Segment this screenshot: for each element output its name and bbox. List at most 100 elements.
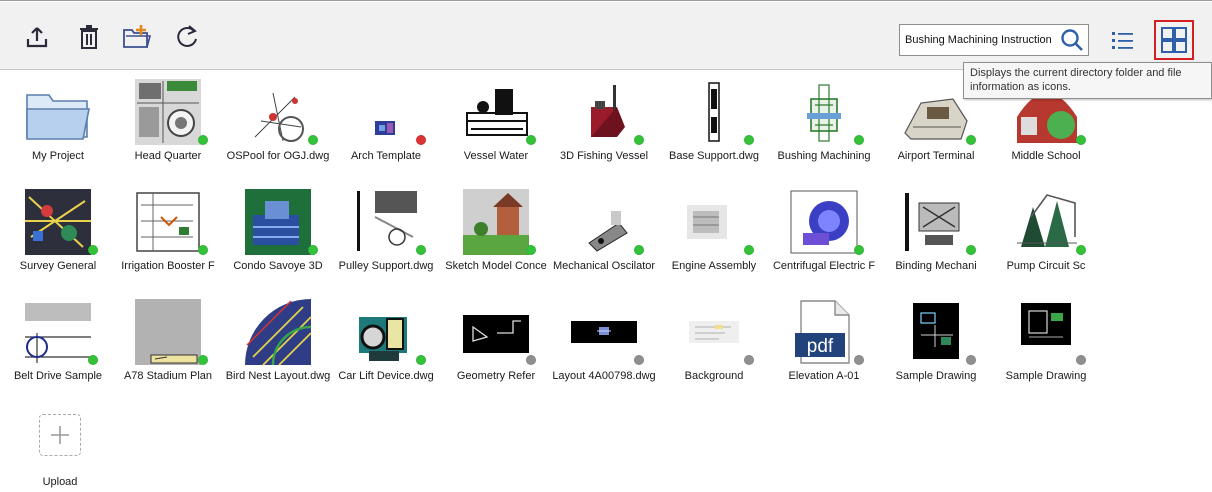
file-tile[interactable]: A78 Stadium Plan [112,291,224,401]
file-tile[interactable]: Condo Savoye 3D [222,181,334,291]
file-tile[interactable]: Centrifugal Electric F [768,181,880,291]
drawing-thumbnail [23,297,93,367]
status-dot [744,355,754,365]
file-tile[interactable]: Belt Drive Sample [2,291,114,401]
status-dot [634,245,644,255]
status-dot [634,135,644,145]
delete-button[interactable] [74,21,104,53]
drawing-thumbnail [351,77,421,147]
file-tile[interactable]: Engine Assembly [658,181,770,291]
file-tile[interactable]: Survey General [2,181,114,291]
file-label: Head Quarter [134,150,202,162]
drawing-thumbnail [133,297,203,367]
pdf-file-icon: pdf [789,297,859,367]
refresh-button[interactable] [172,21,202,53]
search-input[interactable] [900,25,1056,55]
file-tile[interactable]: Mechanical Oscilator [548,181,660,291]
file-label: Elevation A-01 [788,370,860,382]
file-label: Airport Terminal [897,150,975,162]
drawing-thumbnail [133,77,203,147]
status-dot [1076,355,1086,365]
file-tile[interactable]: Geometry Refer [440,291,552,401]
status-dot [526,355,536,365]
trash-icon [80,25,98,49]
icon-view-button[interactable] [1154,20,1194,60]
drawing-thumbnail [461,77,531,147]
drawing-thumbnail [351,297,421,367]
refresh-icon [177,25,197,47]
file-tile[interactable]: Bushing Machining [768,71,880,181]
status-dot [416,245,426,255]
file-tile[interactable]: Layout 4A00798.dwg [548,291,660,401]
status-dot [198,135,208,145]
drawing-thumbnail [1011,297,1081,367]
upload-tile[interactable]: Upload [4,414,116,492]
folder-icon [23,77,93,147]
file-tile[interactable]: Background [658,291,770,401]
file-tile[interactable]: Sketch Model Conce [440,181,552,291]
file-tile[interactable]: Arch Template [330,71,442,181]
search-box [899,24,1089,56]
file-tile[interactable]: Vessel Water [440,71,552,181]
search-button[interactable] [1058,27,1086,53]
file-label: Vessel Water [463,150,529,162]
toolbar [0,2,1212,70]
upload-icon [26,27,48,48]
drawing-thumbnail [901,77,971,147]
file-label: OSPool for OGJ.dwg [226,150,330,162]
file-label: A78 Stadium Plan [123,370,213,382]
drawing-thumbnail [243,77,313,147]
file-tile[interactable]: Irrigation Booster F [112,181,224,291]
drawing-thumbnail [351,187,421,257]
file-label: Bird Nest Layout.dwg [225,370,331,382]
file-tile[interactable]: Car Lift Device.dwg [330,291,442,401]
icon-view-tooltip: Displays the current directory folder an… [963,62,1212,99]
status-dot [1076,245,1086,255]
file-label: Pump Circuit Sc [1006,260,1086,272]
file-label: Layout 4A00798.dwg [552,370,656,382]
drawing-thumbnail [679,187,749,257]
file-browser-window: Displays the current directory folder an… [0,0,1212,492]
file-tile[interactable]: Head Quarter [112,71,224,181]
file-tile[interactable]: pdf Elevation A-01 [768,291,880,401]
status-dot [198,245,208,255]
file-label: Sketch Model Conce [445,260,547,272]
list-view-button[interactable] [1107,24,1139,56]
new-folder-button[interactable] [122,21,152,53]
file-label: 3D Fishing Vessel [559,150,649,162]
drawing-thumbnail [23,187,93,257]
status-dot [308,135,318,145]
file-tile[interactable]: Pulley Support.dwg [330,181,442,291]
file-label: Belt Drive Sample [13,370,103,382]
file-tile[interactable]: Binding Mechani [880,181,992,291]
file-tile[interactable]: 3D Fishing Vessel [548,71,660,181]
file-label: Irrigation Booster F [121,260,215,272]
drawing-thumbnail [243,187,313,257]
file-label: Binding Mechani [895,260,977,272]
file-label: Sample Drawing [1005,370,1087,382]
drawing-thumbnail [679,297,749,367]
drawing-thumbnail [901,187,971,257]
status-dot [308,245,318,255]
file-tile[interactable]: OSPool for OGJ.dwg [222,71,334,181]
search-icon [1061,29,1083,51]
drawing-thumbnail [133,187,203,257]
file-label: Background [684,370,744,382]
file-label: Centrifugal Electric F [772,260,876,272]
status-dot [744,245,754,255]
file-tile[interactable]: Bird Nest Layout.dwg [222,291,334,401]
file-label: Condo Savoye 3D [233,260,323,272]
upload-drop-box[interactable] [39,414,81,456]
upload-button[interactable] [22,21,52,53]
file-label: My Project [32,150,84,162]
status-dot [966,355,976,365]
file-tile[interactable]: My Project [2,71,114,181]
file-label: Sample Drawing [895,370,977,382]
icon-view-icon [1161,27,1187,53]
file-tile[interactable]: Base Support.dwg [658,71,770,181]
status-dot [526,245,536,255]
file-tile[interactable]: Sample Drawing [990,291,1102,401]
file-label: Mechanical Oscilator [552,260,656,272]
file-tile[interactable]: Sample Drawing [880,291,992,401]
file-tile[interactable]: Pump Circuit Sc [990,181,1102,291]
